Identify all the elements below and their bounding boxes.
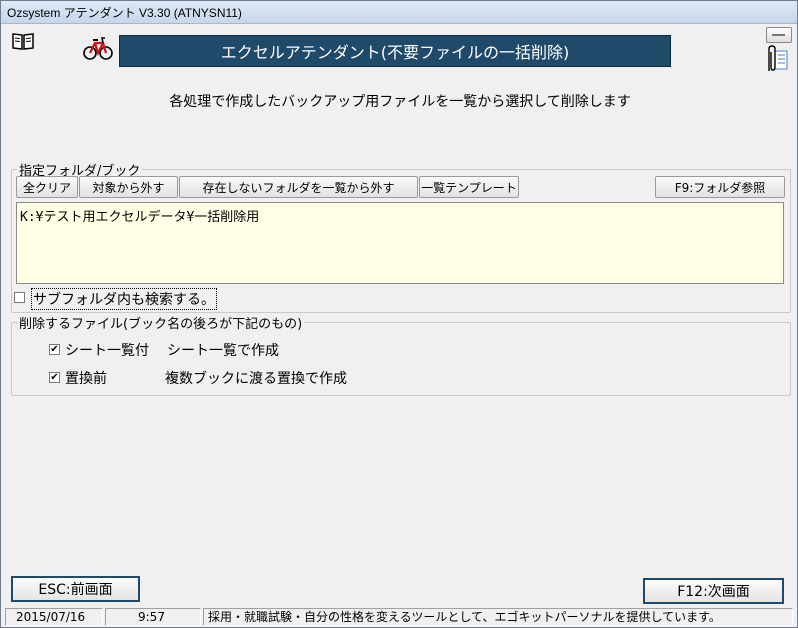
before-replace-name: 置換前 [65,371,107,387]
remove-missing-folders-button[interactable]: 存在しないフォルダを一覧から外す [179,176,418,198]
clear-all-button[interactable]: 全クリア [16,176,78,198]
before-replace-checkbox[interactable]: ✔ [49,372,60,383]
page-title-banner: エクセルアテンダント(不要ファイルの一括削除) [119,35,671,67]
status-message: 採用・就職試験・自分の性格を変えるツールとして、エゴキットパーソナルを提供してい… [203,608,793,626]
remove-target-button[interactable]: 対象から外す [79,176,178,198]
before-replace-description: 複数ブックに渡る置換で作成 [165,371,347,387]
delete-files-group-label: 削除するファイル(ブック名の後ろが下記のもの) [17,313,305,332]
next-button[interactable]: F12:次画面 [643,578,784,604]
minimize-icon[interactable] [766,27,792,43]
subfolder-checkbox[interactable] [14,292,25,303]
title-bar: Ozsystem アテンダント V3.30 (ATNYSN11) [1,1,797,24]
status-time: 9:57 [105,608,201,626]
page-description: 各処理で作成したバックアップ用ファイルを一覧から選択して削除します [169,94,631,110]
application-window: Ozsystem アテンダント V3.30 (ATNYSN11) エクセルアテン… [0,0,798,628]
paperclip-icon[interactable] [765,45,791,73]
browse-folder-button[interactable]: F9:フォルダ参照 [655,176,785,198]
sheet-list-name: シート一覧付 [65,343,149,359]
list-template-button[interactable]: 一覧テンプレート [419,176,519,198]
bicycle-icon [83,37,113,60]
status-date: 2015/07/16 [5,608,103,626]
status-bar: 2015/07/16 9:57 採用・就職試験・自分の性格を変えるツールとして、… [3,608,795,626]
sheet-list-checkbox[interactable]: ✔ [49,344,60,355]
book-icon[interactable] [11,31,35,51]
folder-list-item[interactable]: K:¥テスト用エクセルデータ¥一括削除用 [20,206,780,225]
back-button[interactable]: ESC:前画面 [11,576,140,602]
window-title: Ozsystem アテンダント V3.30 (ATNYSN11) [7,6,242,20]
subfolder-checkbox-label[interactable]: サブフォルダ内も検索する。 [31,288,217,310]
sheet-list-description: シート一覧で作成 [167,343,279,359]
folder-list[interactable]: K:¥テスト用エクセルデータ¥一括削除用 [16,202,784,284]
